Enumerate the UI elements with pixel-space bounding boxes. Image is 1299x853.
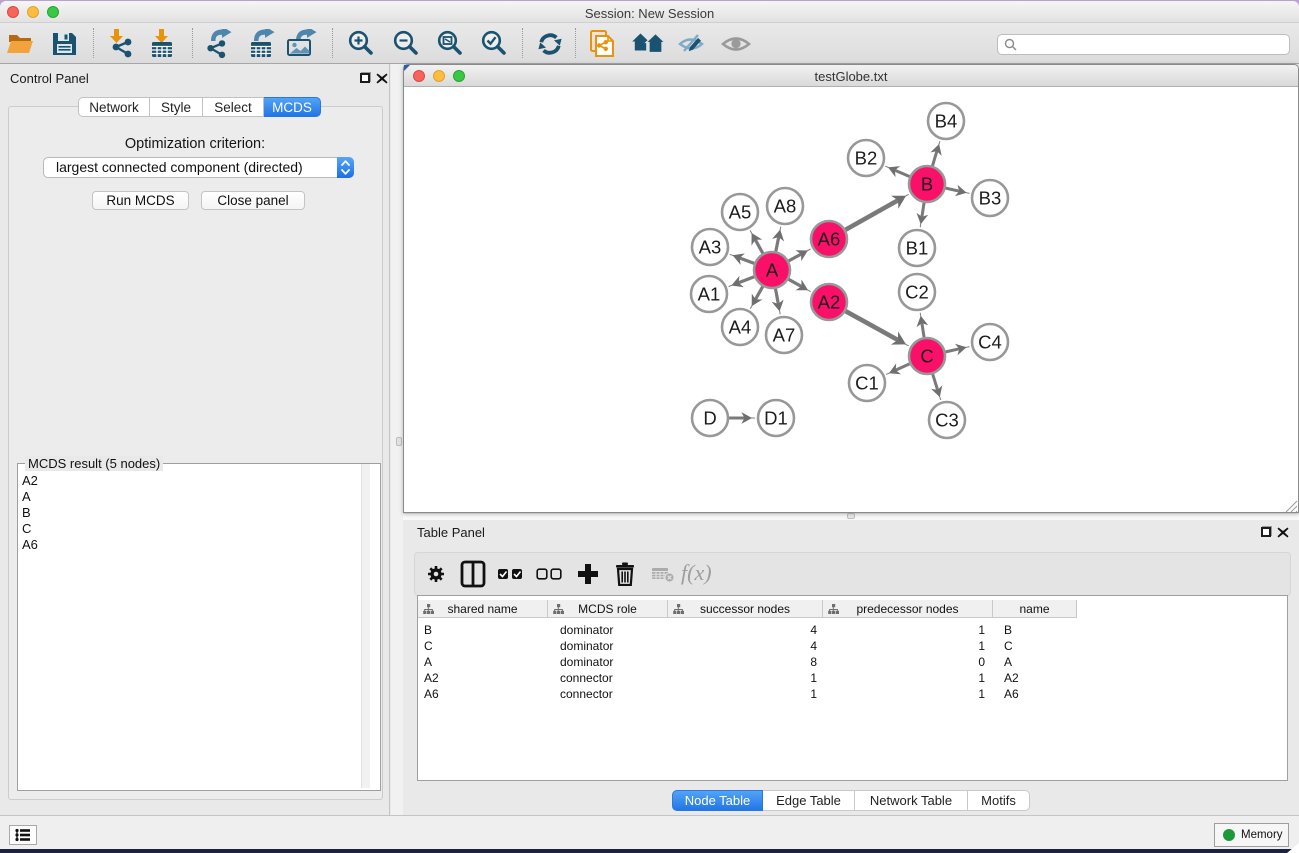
svg-text:A8: A8 [774, 196, 797, 217]
svg-text:C4: C4 [978, 332, 1002, 353]
svg-text:B2: B2 [855, 148, 878, 169]
svg-text:A1: A1 [698, 284, 721, 305]
svg-text:A5: A5 [729, 202, 752, 223]
svg-text:B: B [921, 174, 933, 195]
svg-text:A: A [766, 260, 779, 281]
svg-text:A6: A6 [818, 229, 841, 250]
svg-text:B3: B3 [979, 188, 1002, 209]
svg-text:A7: A7 [773, 325, 796, 346]
svg-text:C1: C1 [855, 373, 879, 394]
svg-text:D: D [703, 408, 716, 429]
svg-text:A3: A3 [699, 237, 722, 258]
svg-text:B4: B4 [935, 111, 958, 132]
svg-text:C2: C2 [905, 282, 929, 303]
svg-text:D1: D1 [764, 408, 788, 429]
svg-text:C: C [920, 346, 933, 367]
svg-text:A2: A2 [818, 292, 841, 313]
svg-text:B1: B1 [906, 238, 929, 259]
svg-text:f(x): f(x) [681, 561, 712, 585]
svg-text:C3: C3 [935, 410, 959, 431]
svg-text:A4: A4 [729, 317, 752, 338]
